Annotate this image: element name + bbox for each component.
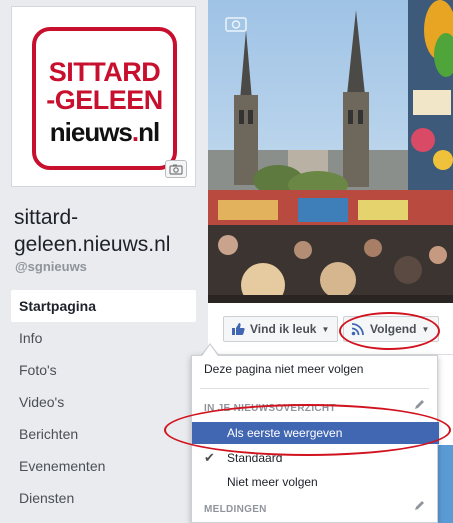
cover-camera-icon[interactable] bbox=[225, 14, 247, 32]
nav-item-evenementen[interactable]: Evenementen bbox=[11, 450, 196, 482]
cover-photo-image bbox=[208, 0, 453, 303]
nav-item-info[interactable]: Info bbox=[11, 322, 196, 354]
annotation-circle-following bbox=[339, 312, 440, 350]
like-button-label: Vind ik leuk bbox=[250, 322, 317, 336]
annotation-circle-see-first bbox=[164, 404, 451, 456]
logo-word: nieuws bbox=[49, 117, 133, 147]
logo-line-2: -GELEEN bbox=[46, 85, 163, 115]
thumbs-up-icon bbox=[231, 322, 245, 336]
chevron-down-icon: ▼ bbox=[321, 324, 330, 334]
dropdown-pointer-inner bbox=[202, 345, 218, 356]
logo-tld: nl bbox=[138, 117, 160, 147]
profile-picture[interactable]: SITTARD -GELEEN nieuws.nl bbox=[11, 6, 196, 187]
page-title: sittard- geleen.nieuws.nl bbox=[14, 206, 171, 256]
menu-divider bbox=[200, 388, 429, 389]
menu-item-unfollow[interactable]: Niet meer volgen bbox=[192, 471, 439, 493]
side-panel-partial-blue bbox=[438, 445, 453, 523]
nav-item-startpagina[interactable]: Startpagina bbox=[11, 290, 196, 322]
nav-item-fotos[interactable]: Foto's bbox=[11, 354, 196, 386]
site-logo: SITTARD -GELEEN nieuws.nl bbox=[32, 27, 177, 170]
section-header-notifications: MELDINGEN bbox=[204, 504, 267, 515]
logo-line-1: SITTARD bbox=[48, 57, 161, 87]
nav-item-videos[interactable]: Video's bbox=[11, 386, 196, 418]
pencil-icon[interactable] bbox=[414, 500, 425, 514]
like-button[interactable]: Vind ik leuk ▼ bbox=[223, 316, 338, 342]
logo-line-3: nieuws.nl bbox=[36, 117, 173, 148]
cover-photo[interactable] bbox=[208, 0, 453, 303]
menu-item-label: Niet meer volgen bbox=[227, 475, 318, 489]
checkmark-icon: ✔ bbox=[204, 450, 215, 465]
menu-item-unfollow-page[interactable]: Deze pagina niet meer volgen bbox=[204, 362, 363, 376]
pencil-icon[interactable] bbox=[414, 399, 425, 413]
camera-icon[interactable] bbox=[165, 160, 187, 178]
page-nav: Startpagina Info Foto's Video's Berichte… bbox=[11, 290, 196, 514]
nav-item-diensten[interactable]: Diensten bbox=[11, 482, 196, 514]
page-handle[interactable]: @sgnieuws bbox=[15, 259, 87, 274]
